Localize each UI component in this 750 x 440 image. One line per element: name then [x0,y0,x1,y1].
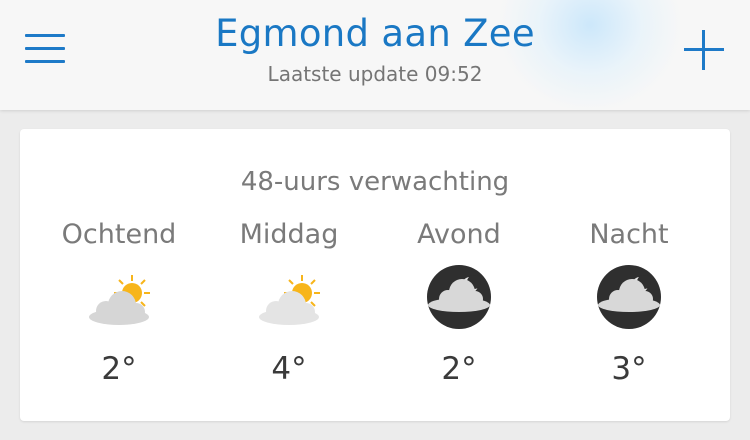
forecast-period-morning[interactable]: Ochtend 2° [34,217,204,407]
period-label: Avond [417,219,501,250]
partly-cloudy-day-icon [84,261,154,331]
period-temperature: 3° [611,351,647,387]
period-temperature: 4° [271,351,307,387]
app-header: Egmond aan Zee Laatste update 09:52 [0,0,750,110]
period-label: Nacht [589,219,669,250]
forecast-period-night[interactable]: Nacht 3° [544,217,714,407]
forecast-card: 48-uurs verwachting Ochtend 2° Middag 4°… [20,129,730,421]
forecast-title: 48-uurs verwachting [240,167,510,197]
period-temperature: 2° [441,351,477,387]
partly-cloudy-night-icon [594,261,664,331]
location-title[interactable]: Egmond aan Zee [0,12,750,55]
partly-cloudy-day-icon [254,261,324,331]
last-update-text: Laatste update 09:52 [267,62,483,86]
period-temperature: 2° [101,351,137,387]
forecast-period-afternoon[interactable]: Middag 4° [204,217,374,407]
partly-cloudy-night-icon [424,261,494,331]
period-label: Middag [239,219,339,250]
add-location-button[interactable] [684,30,724,70]
period-label: Ochtend [61,219,177,250]
forecast-period-evening[interactable]: Avond 2° [374,217,544,407]
